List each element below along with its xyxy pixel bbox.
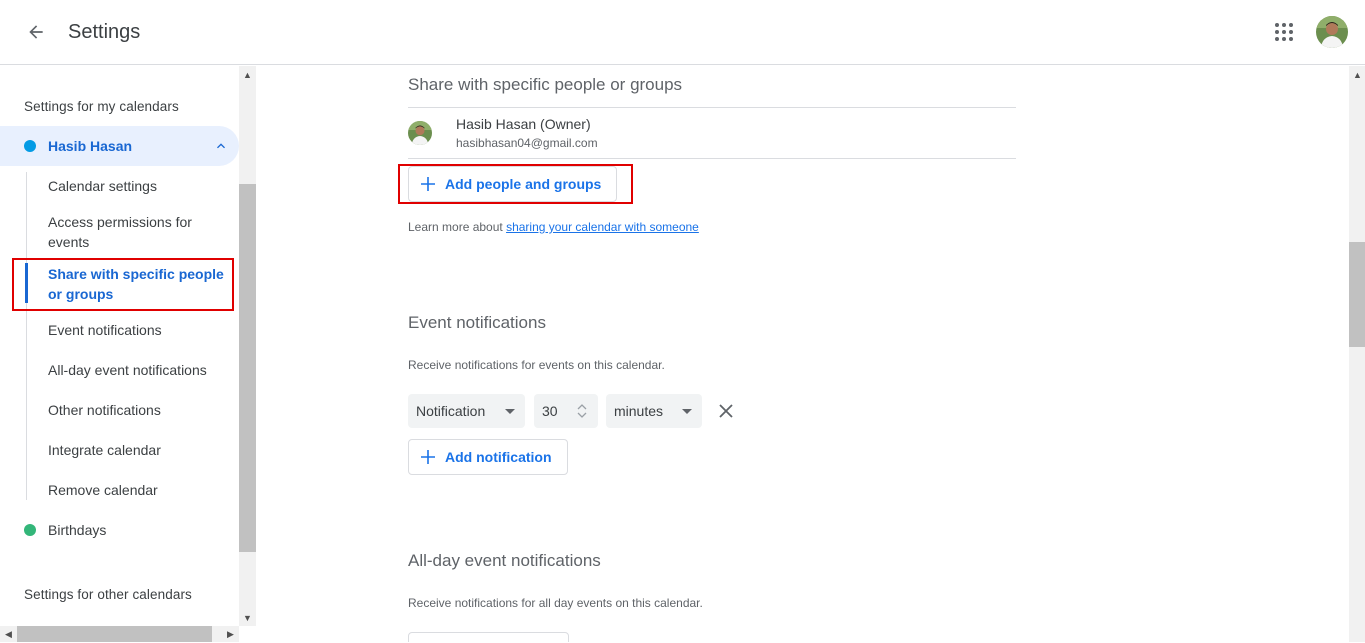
scroll-up-arrow[interactable]: ▲ [239,66,256,83]
notification-amount-input[interactable]: 30 [534,394,598,428]
help-prefix: Learn more about [408,220,507,234]
sidebar-item-calendar-settings[interactable]: Calendar settings [48,176,228,196]
sidebar-highlight-box [12,258,234,311]
account-avatar[interactable] [1316,16,1348,48]
allday-notifications-description: Receive notifications for all day events… [408,596,703,610]
main-vertical-scrollbar[interactable]: ▲ [1349,66,1365,642]
scrollbar-thumb[interactable] [239,184,256,552]
sidebar-item-remove-calendar[interactable]: Remove calendar [48,480,228,500]
sidebar-item-integrate-calendar[interactable]: Integrate calendar [48,440,228,460]
calendar-color-dot [24,140,36,152]
other-calendars-heading: Settings for other calendars [24,587,192,602]
calendar-name: Birthdays [48,522,107,538]
sidebar-item-event-notifications[interactable]: Event notifications [48,320,228,340]
submenu-guide-line [26,172,27,500]
chevron-up-icon[interactable] [213,138,229,154]
event-notifications-description: Receive notifications for events on this… [408,358,665,372]
dropdown-caret-icon [505,409,515,414]
notification-unit-select[interactable]: minutes [606,394,702,428]
notification-unit-value: minutes [614,403,664,419]
add-notification-label: Add notification [445,449,552,465]
sidebar-calendar-birthdays[interactable]: Birthdays [0,510,239,550]
back-button[interactable] [20,16,52,48]
plus-icon [421,450,435,464]
notification-type-value: Notification [416,403,486,419]
scroll-down-arrow[interactable]: ▼ [239,609,256,626]
share-help-text: Learn more about sharing your calendar w… [408,220,699,234]
person-email: hasibhasan04@gmail.com [456,136,598,150]
user-photo-icon [1316,16,1348,48]
apps-button[interactable] [1270,18,1298,46]
event-notifications-title: Event notifications [408,313,546,332]
sidebar-item-access-permissions[interactable]: Access permissions for events [48,212,228,252]
divider [408,158,1016,159]
settings-main: Share with specific people or groups Has… [256,66,1349,642]
user-photo-icon [408,121,432,145]
calendar-color-dot [24,524,36,536]
app-header: Settings [0,0,1365,65]
calendar-name: Hasib Hasan [48,138,133,154]
shared-person-row: Hasib Hasan (Owner) hasibhasan04@gmail.c… [408,108,1016,158]
allday-notifications-title: All-day event notifications [408,551,601,570]
add-people-highlight-box [398,164,633,204]
scroll-up-arrow[interactable]: ▲ [1349,66,1365,83]
settings-sidebar: Settings for my calendars Hasib Hasan Ca… [0,66,239,626]
add-notification-button[interactable]: Add notification [408,439,568,475]
arrow-back-icon [29,25,43,39]
page-title: Settings [68,21,141,43]
sidebar-item-other-notifications[interactable]: Other notifications [48,400,228,420]
close-icon [719,404,733,418]
apps-grid-icon [1275,23,1293,41]
notification-type-select[interactable]: Notification [408,394,525,428]
person-name: Hasib Hasan (Owner) [456,116,591,132]
person-avatar [408,121,432,145]
spinner-arrows-icon[interactable] [576,402,588,420]
sharing-help-link[interactable]: sharing your calendar with someone [506,220,699,234]
sidebar-item-allday-notifications[interactable]: All-day event notifications [48,360,228,380]
remove-notification-button[interactable] [714,399,738,423]
scrollbar-thumb[interactable] [1349,242,1365,347]
scroll-left-arrow[interactable]: ◀ [0,626,17,643]
add-allday-notification-button[interactable] [408,632,569,642]
dropdown-caret-icon [682,409,692,414]
sidebar-vertical-scrollbar[interactable]: ▲ ▼ [239,66,256,626]
scrollbar-thumb[interactable] [17,626,212,642]
notification-amount-value: 30 [542,403,558,419]
sidebar-calendar-hasib-hasan[interactable]: Hasib Hasan [0,126,239,166]
share-section-title: Share with specific people or groups [408,75,683,94]
my-calendars-heading: Settings for my calendars [24,99,179,114]
sidebar-horizontal-scrollbar[interactable]: ◀ ▶ [0,626,239,642]
scroll-right-arrow[interactable]: ▶ [222,626,239,643]
